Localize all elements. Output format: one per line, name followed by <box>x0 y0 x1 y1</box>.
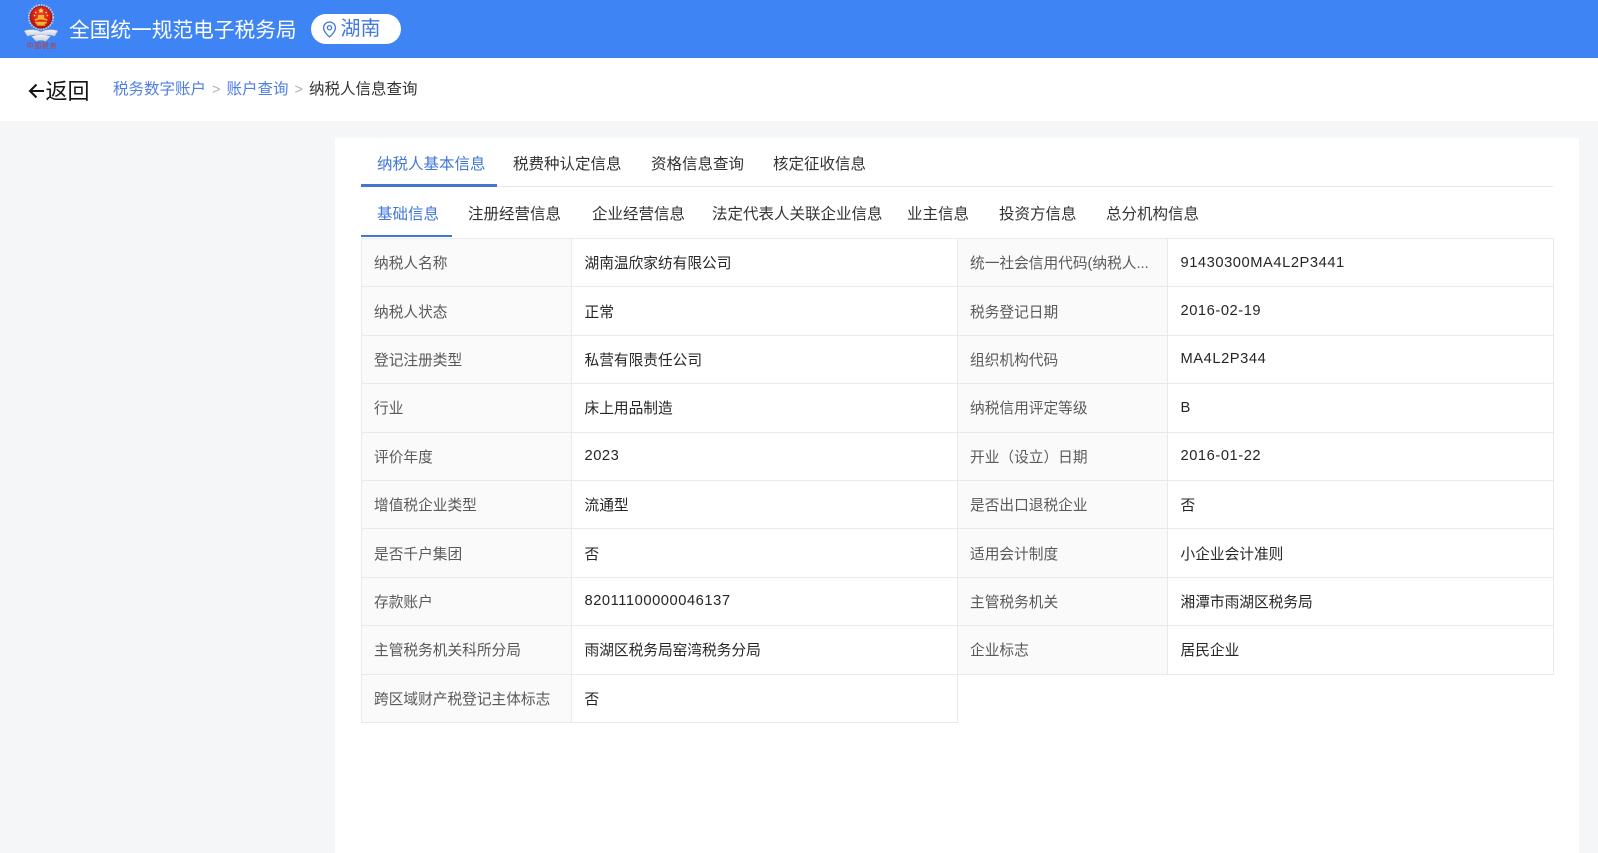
svg-text:中国税务: 中国税务 <box>27 41 57 50</box>
